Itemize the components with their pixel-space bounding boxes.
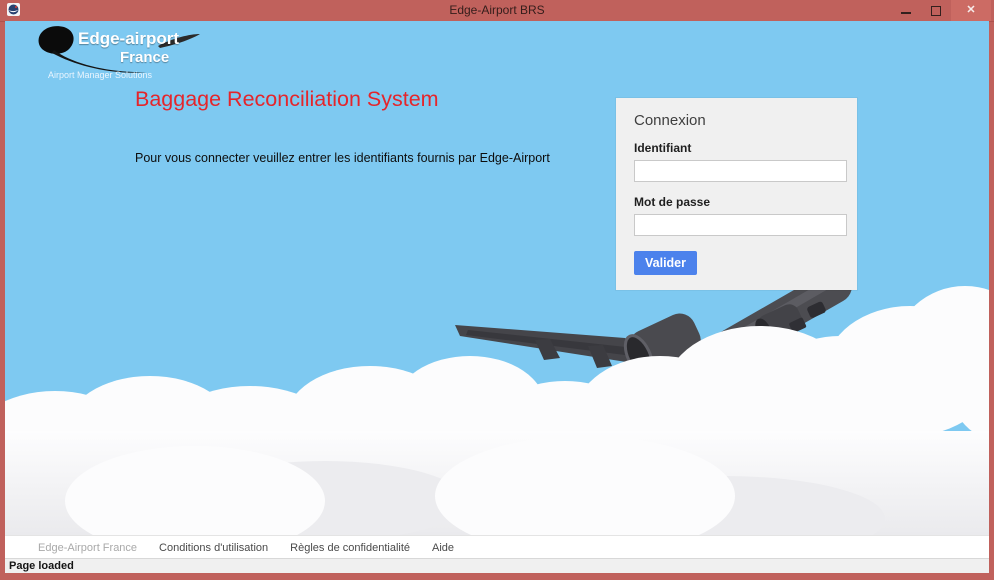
- logo-name-line1: Edge-airport: [78, 29, 179, 49]
- window-titlebar: Edge-Airport BRS ✕: [0, 0, 994, 22]
- status-text: Page loaded: [5, 559, 989, 573]
- login-instruction-text: Pour vous connecter veuillez entrer les …: [135, 151, 550, 165]
- identifiant-label: Identifiant: [634, 141, 839, 155]
- password-input[interactable]: [634, 214, 847, 236]
- footer-link-aide[interactable]: Aide: [432, 542, 454, 554]
- window-controls: ✕: [891, 0, 991, 21]
- status-bar: Page loaded: [5, 558, 989, 573]
- logo-name-line2: France: [120, 49, 169, 66]
- page-background: Edge-airport France Airport Manager Solu…: [5, 21, 989, 573]
- clouds-and-plane-scene: [5, 261, 989, 535]
- minimize-button[interactable]: [891, 0, 921, 21]
- maximize-icon: [931, 6, 941, 16]
- footer: Edge-Airport France Conditions d'utilisa…: [5, 535, 989, 559]
- edge-airport-logo: Edge-airport France Airport Manager Solu…: [30, 23, 230, 85]
- close-button[interactable]: ✕: [951, 0, 991, 21]
- minimize-icon: [901, 12, 911, 14]
- window-title: Edge-Airport BRS: [0, 0, 994, 21]
- footer-link-conditions[interactable]: Conditions d'utilisation: [159, 542, 268, 554]
- login-panel-title: Connexion: [634, 112, 839, 129]
- logo-tagline: Airport Manager Solutions: [48, 70, 152, 80]
- login-panel: Connexion Identifiant Mot de passe Valid…: [616, 98, 857, 290]
- footer-brand-label: Edge-Airport France: [38, 542, 137, 554]
- valider-button[interactable]: Valider: [634, 251, 697, 275]
- close-icon: ✕: [951, 0, 991, 21]
- identifiant-input[interactable]: [634, 160, 847, 182]
- password-label: Mot de passe: [634, 195, 839, 209]
- page-title: Baggage Reconciliation System: [135, 87, 439, 112]
- maximize-button[interactable]: [921, 0, 951, 21]
- footer-link-confidentialite[interactable]: Règles de confidentialité: [290, 542, 410, 554]
